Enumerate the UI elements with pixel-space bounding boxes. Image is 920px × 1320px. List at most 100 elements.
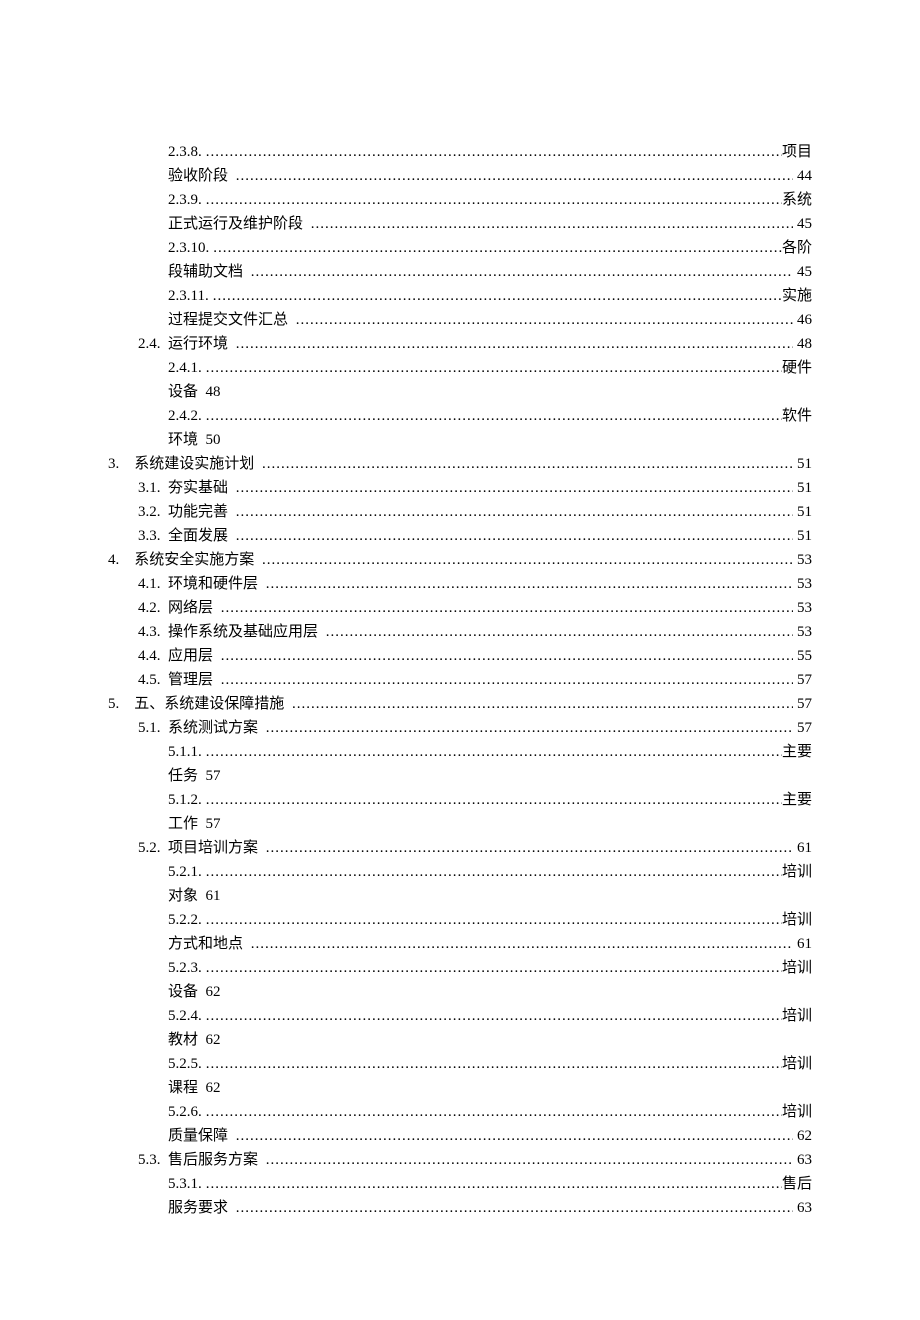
- toc-leader-dots: [202, 956, 782, 980]
- toc-title-continuation: 对象 61: [168, 884, 221, 908]
- toc-leader-dots: [232, 1196, 793, 1220]
- toc-leader-dots: [262, 572, 793, 596]
- toc-leader-dots: [217, 644, 793, 668]
- toc-page-number: 45: [793, 212, 812, 236]
- toc-title-continuation: 设备 62: [168, 980, 221, 1004]
- toc-number: 4.1.: [138, 572, 168, 596]
- toc-entry-line2: 段辅助文档 45: [168, 260, 812, 284]
- toc-leader-dots: [202, 140, 782, 164]
- toc-entry: 3. 系统建设实施计划 51: [108, 452, 812, 476]
- toc-leader-dots: [202, 788, 782, 812]
- toc-number: 5.2.: [138, 836, 168, 860]
- toc-number: 2.4.1.: [168, 356, 202, 380]
- toc-entry-wrapped: 5.2.1.培训对象 61: [108, 860, 812, 908]
- toc-number: 4.5.: [138, 668, 168, 692]
- toc-leader-dots: [232, 332, 793, 356]
- toc-leader-dots: [202, 1100, 782, 1124]
- toc-leader-dots: [262, 1148, 793, 1172]
- toc-entry-wrapped: 2.3.11.实施过程提交文件汇总 46: [108, 284, 812, 332]
- toc-entry: 3.3. 全面发展 51: [108, 524, 812, 548]
- toc-entry: 2.4. 运行环境 48: [108, 332, 812, 356]
- toc-title-continuation: 验收阶段: [168, 164, 232, 188]
- toc-leader-dots: [202, 740, 782, 764]
- toc-title-tail: 软件: [782, 404, 812, 428]
- toc-page-number: 61: [793, 836, 812, 860]
- toc-entry-line1: 2.3.10.各阶: [168, 236, 812, 260]
- toc-number: 4.: [108, 548, 134, 572]
- toc-title-continuation: 环境 50: [168, 428, 221, 452]
- toc-entry-wrapped: 5.1.1.主要任务 57: [108, 740, 812, 788]
- toc-title: 系统建设实施计划: [134, 452, 258, 476]
- toc-title-tail: 培训: [782, 1004, 812, 1028]
- toc-title-tail: 主要: [782, 740, 812, 764]
- toc-page-number: 44: [793, 164, 812, 188]
- toc-leader-dots: [217, 668, 793, 692]
- toc-entry: 4.1. 环境和硬件层 53: [108, 572, 812, 596]
- toc-page-number: 45: [793, 260, 812, 284]
- toc-leader-dots: [232, 476, 793, 500]
- toc-title: 夯实基础: [168, 476, 232, 500]
- toc-title-tail: 培训: [782, 1052, 812, 1076]
- toc-title: 管理层: [168, 668, 217, 692]
- toc-title-tail: 培训: [782, 1100, 812, 1124]
- toc-page-number: 51: [793, 524, 812, 548]
- toc-entry-wrapped: 2.4.1.硬件设备 48: [108, 356, 812, 404]
- toc-title: 项目培训方案: [168, 836, 262, 860]
- toc-entry-wrapped: 2.4.2.软件环境 50: [108, 404, 812, 452]
- toc-title: 功能完善: [168, 500, 232, 524]
- toc-leader-dots: [202, 404, 782, 428]
- toc-title-tail: 培训: [782, 908, 812, 932]
- toc-entry-line1: 5.2.1.培训: [168, 860, 812, 884]
- toc-number: 5.: [108, 692, 134, 716]
- toc-entry-wrapped: 5.3.1.售后服务要求 63: [108, 1172, 812, 1220]
- toc-entry-line1: 5.2.3.培训: [168, 956, 812, 980]
- toc-page-number: 61: [793, 932, 812, 956]
- toc-entry-line1: 2.4.2.软件: [168, 404, 812, 428]
- toc-number: 3.: [108, 452, 134, 476]
- toc-entry-line1: 5.2.4. 培训: [168, 1004, 812, 1028]
- toc-entry: 4. 系统安全实施方案 53: [108, 548, 812, 572]
- toc-entry-wrapped: 2.3.8.项目验收阶段 44: [108, 140, 812, 188]
- toc-page-number: 48: [793, 332, 812, 356]
- toc-number: 5.3.1.: [168, 1172, 202, 1196]
- toc-entry-wrapped: 5.1.2.主要工作 57: [108, 788, 812, 836]
- toc-title-tail: 售后: [782, 1172, 812, 1196]
- toc-entry-line1: 2.3.11.实施: [168, 284, 812, 308]
- toc-number: 5.2.3.: [168, 956, 202, 980]
- toc-entry-line2: 任务 57: [168, 764, 812, 788]
- toc-number: 5.2.5.: [168, 1052, 202, 1076]
- toc-leader-dots: [202, 1172, 782, 1196]
- toc-leader-dots: [217, 596, 793, 620]
- toc-page-number: 63: [793, 1196, 812, 1220]
- toc-page-number: 63: [793, 1148, 812, 1172]
- toc-leader-dots: [307, 212, 793, 236]
- toc-title: 网络层: [168, 596, 217, 620]
- toc-leader-dots: [258, 548, 793, 572]
- toc-title: 应用层: [168, 644, 217, 668]
- toc-entry-line2: 过程提交文件汇总 46: [168, 308, 812, 332]
- toc-entry: 4.5. 管理层 57: [108, 668, 812, 692]
- toc-number: 5.2.2.: [168, 908, 202, 932]
- toc-title-continuation: 正式运行及维护阶段: [168, 212, 307, 236]
- toc-entry: 3.1. 夯实基础 51: [108, 476, 812, 500]
- toc-entry-line1: 5.2.6.培训: [168, 1100, 812, 1124]
- toc-title-continuation: 质量保障: [168, 1124, 232, 1148]
- toc-leader-dots: [202, 908, 782, 932]
- toc-page-number: 51: [793, 452, 812, 476]
- toc-title-continuation: 方式和地点: [168, 932, 247, 956]
- toc-title-continuation: 段辅助文档: [168, 260, 247, 284]
- toc-number: 2.3.10.: [168, 236, 209, 260]
- toc-entry-line2: 教材 62: [168, 1028, 812, 1052]
- toc-entry-line2: 验收阶段 44: [168, 164, 812, 188]
- toc-leader-dots: [258, 452, 793, 476]
- toc-page-number: 53: [793, 620, 812, 644]
- toc-leader-dots: [209, 284, 782, 308]
- toc-leader-dots: [232, 1124, 793, 1148]
- toc-title-continuation: 过程提交文件汇总: [168, 308, 292, 332]
- toc-page-number: 57: [793, 668, 812, 692]
- toc-number: 5.2.4.: [168, 1004, 202, 1028]
- toc-number: 2.3.11.: [168, 284, 209, 308]
- toc-title-tail: 项目: [782, 140, 812, 164]
- toc-leader-dots: [232, 524, 793, 548]
- toc-entry-line1: 5.2.5. 培训: [168, 1052, 812, 1076]
